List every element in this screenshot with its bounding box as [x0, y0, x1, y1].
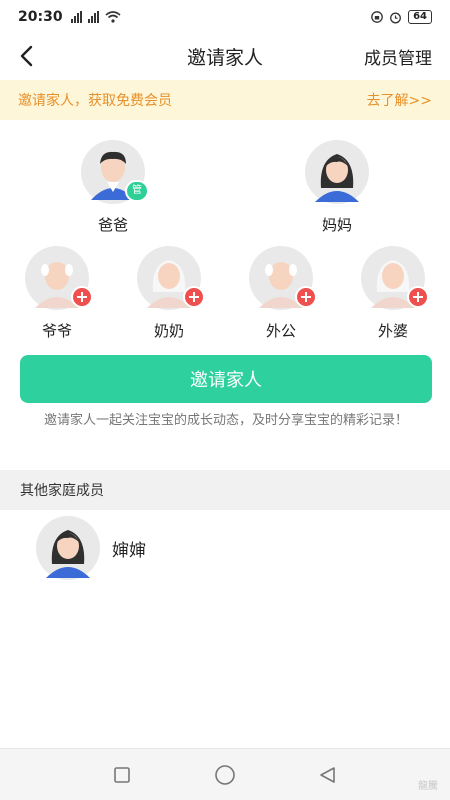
square-icon [113, 766, 130, 783]
status-bar: 20:30 64 [0, 0, 450, 34]
member-name: 爸爸 [97, 216, 128, 234]
home-button[interactable] [205, 755, 245, 795]
member-name: 妈妈 [321, 216, 352, 234]
member-name: 爷爷 [41, 322, 72, 340]
back-button[interactable] [308, 755, 348, 795]
system-nav-bar: 龍騰 [0, 748, 450, 800]
other-members-header: 其他家庭成员 [0, 470, 450, 510]
alarm-icon [390, 12, 402, 23]
aunt-avatar [36, 516, 100, 580]
promo-text: 邀请家人，获取免费会员 [18, 93, 172, 109]
recent-apps-button[interactable] [102, 755, 142, 795]
promo-learn-more-link[interactable]: 去了解>> [367, 90, 432, 110]
grandpa-avatar [249, 246, 317, 310]
mother-avatar [305, 140, 369, 204]
add-member-plus-icon [295, 286, 317, 308]
page-title: 邀请家人 [186, 46, 263, 69]
signal-icon-2 [87, 11, 99, 23]
promo-banner[interactable]: 邀请家人，获取免费会员 去了解>> [0, 80, 450, 120]
member-name: 外婆 [377, 322, 408, 340]
invite-family-button[interactable]: 邀请家人 [20, 355, 432, 403]
member-grandpa-maternal[interactable]: 外公 [231, 246, 331, 341]
member-grandma-paternal[interactable]: 奶奶 [119, 246, 219, 341]
father-avatar: 管 [81, 140, 149, 204]
title-bar: 邀请家人 成员管理 [0, 34, 450, 78]
grandma-avatar [137, 246, 205, 310]
member-grandpa-paternal[interactable]: 爷爷 [7, 246, 107, 341]
member-grandma-maternal[interactable]: 外婆 [343, 246, 443, 341]
list-item[interactable]: 婶婶 [0, 516, 450, 580]
member-name: 婶婶 [112, 540, 146, 561]
add-member-plus-icon [71, 286, 93, 308]
signal-icon [70, 11, 82, 23]
invite-description: 邀请家人一起关注宝宝的成长动态，及时分享宝宝的精彩记录！ [43, 413, 408, 428]
grandma-avatar [361, 246, 429, 310]
member-mother[interactable]: 妈妈 [287, 140, 387, 235]
member-name: 外公 [265, 322, 296, 340]
add-member-plus-icon [183, 286, 205, 308]
member-father[interactable]: 管 爸爸 [63, 140, 163, 235]
member-name: 奶奶 [153, 322, 184, 340]
battery-icon: 64 [408, 10, 432, 24]
circle-icon [215, 764, 235, 785]
back-arrow-icon[interactable] [14, 42, 42, 70]
status-time: 20:30 [18, 9, 63, 25]
add-member-plus-icon [407, 286, 429, 308]
grandpa-avatar [25, 246, 93, 310]
triangle-back-icon [320, 766, 336, 783]
admin-badge: 管 [125, 180, 149, 202]
lock-icon [371, 11, 383, 23]
status-right-icons: 64 [371, 10, 432, 24]
wifi-icon [105, 11, 121, 23]
status-left-icons [70, 11, 121, 23]
watermark: 龍騰 [418, 781, 438, 792]
member-management-button[interactable]: 成员管理 [364, 44, 432, 69]
